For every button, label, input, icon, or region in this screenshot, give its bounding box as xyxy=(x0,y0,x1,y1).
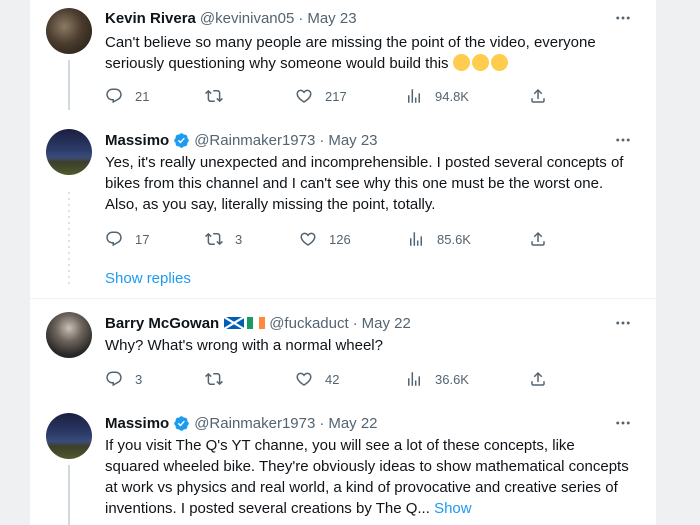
tweet-card[interactable]: Massimo @Rainmaker1973 · May 23 Yes, it'… xyxy=(30,124,656,284)
more-icon[interactable] xyxy=(614,131,632,149)
show-replies-link[interactable]: Show replies xyxy=(105,270,191,287)
author-handle[interactable]: @Rainmaker1973 xyxy=(194,415,315,432)
tweet-header: Massimo @Rainmaker1973 · May 22 xyxy=(105,412,378,434)
share-button[interactable] xyxy=(529,86,547,106)
divider xyxy=(30,298,656,299)
verified-icon xyxy=(173,132,190,149)
reply-thread: Kevin Rivera @kevinivan05 · May 23 Can't… xyxy=(30,0,656,525)
tweet-actions: 17 3 126 85.6K xyxy=(105,229,575,249)
reply-button[interactable]: 21 xyxy=(105,86,149,106)
show-more-link[interactable]: Show xyxy=(434,500,472,517)
views-button[interactable]: 94.8K xyxy=(405,86,469,106)
author-name[interactable]: Barry McGowan xyxy=(105,315,219,332)
author-name[interactable]: Massimo xyxy=(105,415,169,432)
like-count: 42 xyxy=(325,371,340,387)
avatar[interactable] xyxy=(46,413,92,459)
thread-dots xyxy=(67,192,71,288)
separator: · xyxy=(298,9,304,27)
more-icon[interactable] xyxy=(614,314,632,332)
author-handle[interactable]: @kevinivan05 xyxy=(200,10,294,27)
reply-count: 21 xyxy=(135,88,150,104)
like-button[interactable]: 42 xyxy=(295,369,339,389)
tweet-text: Why? What's wrong with a normal wheel? xyxy=(105,337,383,354)
tweet-actions: 3 42 36.6K xyxy=(105,369,575,389)
avatar[interactable] xyxy=(46,129,92,175)
author-handle[interactable]: @fuckaduct xyxy=(269,315,348,332)
separator: · xyxy=(319,414,325,432)
tweet-date[interactable]: May 22 xyxy=(362,315,411,332)
avatar[interactable] xyxy=(46,312,92,358)
reply-button[interactable]: 17 xyxy=(105,229,149,249)
author-name[interactable]: Kevin Rivera xyxy=(105,10,196,27)
verified-icon xyxy=(173,415,190,432)
views-button[interactable]: 85.6K xyxy=(407,229,471,249)
tweet-text-content: If you visit The Q's YT channe, you will… xyxy=(105,437,629,517)
tweet-actions: 21 217 94.8K xyxy=(105,86,575,106)
tweet-date[interactable]: May 22 xyxy=(328,415,377,432)
separator: · xyxy=(352,314,358,332)
reply-count: 3 xyxy=(135,371,143,387)
author-name[interactable]: Massimo xyxy=(105,132,169,149)
like-count: 126 xyxy=(329,231,351,247)
laughing-face-icon xyxy=(471,54,489,71)
tweet-text-content: Can't believe so many people are missing… xyxy=(105,34,596,72)
scotland-flag-icon xyxy=(224,317,245,329)
tweet-card[interactable]: Kevin Rivera @kevinivan05 · May 23 Can't… xyxy=(30,0,656,110)
reply-count: 17 xyxy=(135,231,150,247)
views-count: 36.6K xyxy=(435,371,469,387)
tweet-date[interactable]: May 23 xyxy=(307,10,356,27)
laughing-face-icon xyxy=(490,54,508,71)
tweet-card[interactable]: Barry McGowan @fuckaduct · May 22 Why? W… xyxy=(30,308,656,408)
like-button[interactable]: 126 xyxy=(299,229,351,249)
retweet-button[interactable] xyxy=(205,86,235,106)
tweet-text: Can't believe so many people are missing… xyxy=(105,32,633,74)
like-button[interactable]: 217 xyxy=(295,86,347,106)
thread-line xyxy=(68,465,70,525)
author-handle[interactable]: @Rainmaker1973 xyxy=(194,132,315,149)
tweet-header: Barry McGowan @fuckaduct · May 22 xyxy=(105,312,411,334)
retweet-count: 3 xyxy=(235,231,243,247)
views-count: 85.6K xyxy=(437,231,471,247)
reply-button[interactable]: 3 xyxy=(105,369,142,389)
crying-face-icon xyxy=(452,54,470,71)
share-button[interactable] xyxy=(529,369,547,389)
more-icon[interactable] xyxy=(614,414,632,432)
retweet-button[interactable] xyxy=(205,369,235,389)
views-count: 94.8K xyxy=(435,88,469,104)
separator: · xyxy=(319,131,325,149)
share-button[interactable] xyxy=(529,229,547,249)
more-icon[interactable] xyxy=(614,9,632,27)
tweet-card[interactable]: Massimo @Rainmaker1973 · May 22 If you v… xyxy=(30,408,656,525)
thread-line xyxy=(68,60,70,110)
ireland-flag-icon xyxy=(247,317,266,329)
retweet-button[interactable]: 3 xyxy=(205,229,242,249)
views-button[interactable]: 36.6K xyxy=(405,369,469,389)
tweet-date[interactable]: May 23 xyxy=(328,132,377,149)
tweet-text: Yes, it's really unexpected and incompre… xyxy=(105,154,624,213)
avatar[interactable] xyxy=(46,8,92,54)
tweet-header: Massimo @Rainmaker1973 · May 23 xyxy=(105,129,378,151)
like-count: 217 xyxy=(325,88,347,104)
tweet-header: Kevin Rivera @kevinivan05 · May 23 xyxy=(105,7,357,29)
tweet-text: If you visit The Q's YT channe, you will… xyxy=(105,435,633,519)
